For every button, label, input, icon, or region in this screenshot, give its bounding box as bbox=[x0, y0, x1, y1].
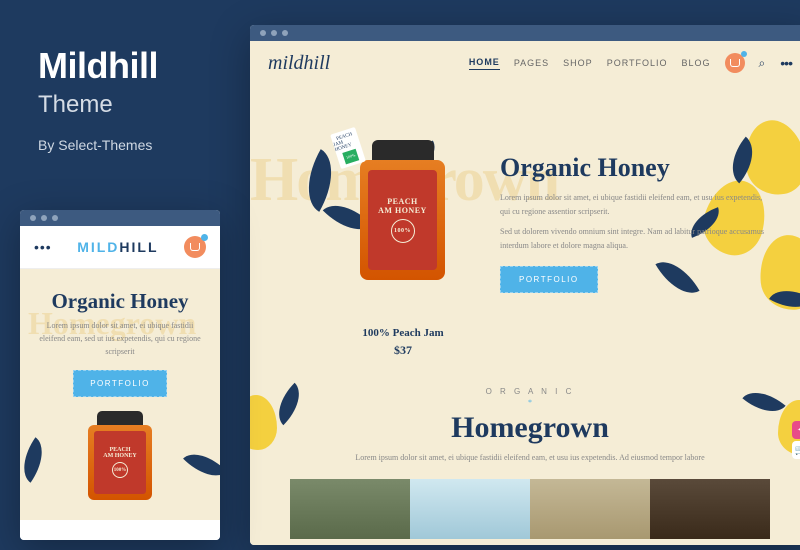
nav-blog[interactable]: BLOG bbox=[682, 58, 711, 68]
hero-description: Sed ut dolorem vivendo omnium sint integ… bbox=[500, 225, 770, 252]
main-nav: HOME PAGES SHOP PORTFOLIO BLOG ⌕ ••• bbox=[469, 53, 792, 73]
cart-badge-icon[interactable]: 🛒 bbox=[792, 441, 800, 459]
window-traffic-bar bbox=[250, 25, 800, 41]
homegrown-section: O R G A N I C * Homegrown Lorem ipsum do… bbox=[250, 375, 800, 539]
mobile-viewport: ••• MILDHILL Homegrown Organic Honey Lor… bbox=[20, 226, 220, 540]
mobile-hero-description: Lorem ipsum dolor sit amet, ei ubique fa… bbox=[38, 320, 202, 358]
portfolio-button[interactable]: PORTFOLIO bbox=[500, 266, 598, 293]
traffic-dot bbox=[30, 215, 36, 221]
gallery-image[interactable] bbox=[530, 479, 650, 539]
section-description: Lorem ipsum dolor sit amet, ei ubique fa… bbox=[340, 451, 720, 465]
product-jar-image[interactable]: PEACH AM HONEY 100% bbox=[360, 140, 445, 280]
section-overline: O R G A N I C bbox=[270, 387, 790, 396]
theme-title: Mildhill bbox=[38, 45, 158, 87]
mobile-hero: Homegrown Organic Honey Lorem ipsum dolo… bbox=[20, 269, 220, 520]
site-header: mildhill HOME PAGES SHOP PORTFOLIO BLOG … bbox=[250, 41, 800, 85]
traffic-dot bbox=[271, 30, 277, 36]
window-traffic-bar bbox=[20, 210, 220, 226]
nav-shop[interactable]: SHOP bbox=[563, 58, 593, 68]
traffic-dot bbox=[282, 30, 288, 36]
decorative-dot: * bbox=[270, 398, 790, 407]
product-name: 100% Peach Jam bbox=[348, 327, 458, 339]
theme-subtitle: Theme bbox=[38, 91, 158, 119]
mobile-header: ••• MILDHILL bbox=[20, 226, 220, 269]
image-gallery-row bbox=[270, 479, 790, 539]
mobile-preview-window: ••• MILDHILL Homegrown Organic Honey Lor… bbox=[20, 210, 220, 540]
mobile-product-jar[interactable]: PEACH AM HONEY 100% bbox=[88, 411, 153, 500]
nav-portfolio[interactable]: PORTFOLIO bbox=[607, 58, 668, 68]
leaf-illustration bbox=[183, 443, 220, 487]
mobile-logo[interactable]: MILDHILL bbox=[77, 239, 158, 255]
desktop-viewport: mildhill HOME PAGES SHOP PORTFOLIO BLOG … bbox=[250, 41, 800, 545]
gallery-image[interactable] bbox=[410, 479, 530, 539]
menu-icon[interactable]: ••• bbox=[34, 239, 52, 255]
traffic-dot bbox=[41, 215, 47, 221]
cart-icon[interactable] bbox=[184, 236, 206, 258]
more-menu-icon[interactable]: ••• bbox=[780, 55, 792, 71]
cart-icon[interactable] bbox=[725, 53, 745, 73]
traffic-dot bbox=[260, 30, 266, 36]
hero-title: Organic Honey bbox=[500, 153, 770, 183]
theme-author: By Select-Themes bbox=[38, 137, 158, 153]
jar-label: PEACH AM HONEY 100% bbox=[94, 431, 146, 494]
search-icon[interactable]: ⌕ bbox=[759, 56, 767, 71]
product-caption: 100% Peach Jam $37 bbox=[348, 327, 458, 358]
product-price: $37 bbox=[348, 343, 458, 358]
jar-label: PEACH AM HONEY 100% bbox=[368, 170, 437, 270]
leaf-illustration bbox=[20, 438, 53, 483]
theme-info-panel: Mildhill Theme By Select-Themes bbox=[38, 45, 158, 153]
desktop-preview-window: mildhill HOME PAGES SHOP PORTFOLIO BLOG … bbox=[250, 25, 800, 545]
hero-description: Lorem ipsum dolor sit amet, ei ubique fa… bbox=[500, 191, 770, 218]
nav-pages[interactable]: PAGES bbox=[514, 58, 549, 68]
floating-action-badges: ✦ 🛒 bbox=[792, 421, 800, 459]
section-title: Homegrown bbox=[270, 411, 790, 445]
gallery-image[interactable] bbox=[290, 479, 410, 539]
hero-copy: Organic Honey Lorem ipsum dolor sit amet… bbox=[500, 153, 770, 293]
mobile-hero-title: Organic Honey bbox=[38, 289, 202, 314]
site-logo[interactable]: mildhill bbox=[268, 52, 330, 75]
traffic-dot bbox=[52, 215, 58, 221]
gallery-image[interactable] bbox=[650, 479, 770, 539]
portfolio-button[interactable]: PORTFOLIO bbox=[73, 370, 167, 397]
nav-home[interactable]: HOME bbox=[469, 57, 500, 70]
hero-section: Homegrown PEACH JAM HONEY 100% PEACH bbox=[250, 85, 800, 375]
help-badge-icon[interactable]: ✦ bbox=[792, 421, 800, 439]
